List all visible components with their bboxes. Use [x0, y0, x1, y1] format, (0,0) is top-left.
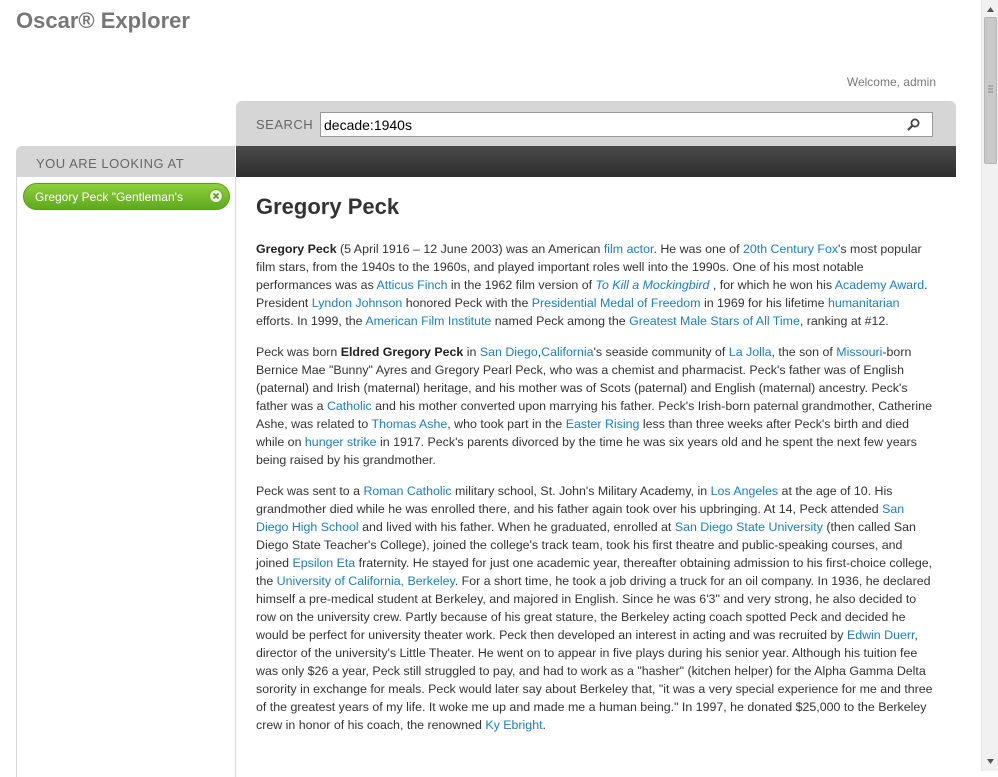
article-link[interactable]: Missouri — [836, 345, 882, 359]
article-link[interactable]: Atticus Finch — [377, 278, 448, 292]
paragraph-text: in the 1962 film version of — [447, 278, 596, 292]
article-paragraph: Peck was born Eldred Gregory Peck in San… — [256, 343, 936, 469]
paragraph-text: , who took part in the — [447, 417, 566, 431]
article-link[interactable]: Thomas Ashe — [372, 417, 448, 431]
article-title: Gregory Peck — [256, 194, 400, 219]
article-link[interactable]: Presidential Medal of Freedom — [532, 296, 701, 310]
paragraph-text: , the son of — [771, 345, 837, 359]
close-icon[interactable] — [209, 189, 223, 203]
article-link[interactable]: California — [541, 345, 593, 359]
search-input[interactable] — [321, 113, 896, 136]
paragraph-text: Peck was sent to a — [256, 484, 364, 498]
scrollbar-thumb[interactable] — [984, 17, 997, 164]
sidebar: Gregory Peck "Gentleman's — [16, 177, 236, 777]
paragraph-text: , for which he won his — [709, 278, 835, 292]
grip-icon — [988, 85, 993, 93]
article-link[interactable]: Easter Rising — [566, 417, 640, 431]
search-icon[interactable] — [907, 117, 921, 131]
filter-tag[interactable]: Gregory Peck "Gentleman's — [23, 183, 230, 210]
article-link[interactable]: Los Angeles — [711, 484, 779, 498]
content-header-bar — [236, 146, 956, 177]
article-link[interactable]: Academy Award — [835, 278, 924, 292]
article-link[interactable]: Greatest Male Stars of All Time — [629, 314, 800, 328]
scroll-up-icon[interactable] — [986, 5, 995, 14]
paragraph-text: . He was one of — [653, 242, 743, 256]
article-link[interactable]: Epsilon Eta — [293, 556, 356, 570]
paragraph-text: efforts. In 1999, the — [256, 314, 366, 328]
filter-tag-label: Gregory Peck "Gentleman's — [35, 190, 183, 204]
search-panel: SEARCH — [236, 101, 956, 146]
article-link[interactable]: San Diego State University — [675, 520, 823, 534]
article-link[interactable]: American Film Institute — [365, 314, 491, 328]
paragraph-text: Peck was born — [256, 345, 341, 359]
article-link[interactable]: Catholic — [327, 399, 372, 413]
welcome-text: Welcome, admin — [846, 75, 936, 89]
article-link[interactable]: Edwin Duerr — [847, 628, 915, 642]
article-link[interactable]: Lyndon Johnson — [312, 296, 402, 310]
paragraph-text: 's seaside community of — [593, 345, 729, 359]
article-link[interactable]: Roman Catholic — [363, 484, 451, 498]
paragraph-text: in — [463, 345, 480, 359]
article-link[interactable]: Ky Ebright — [485, 718, 542, 732]
scroll-down-icon[interactable] — [986, 757, 995, 766]
paragraph-text: (5 April 1916 – 12 June 2003) was an Ame… — [336, 242, 604, 256]
article-paragraph: Gregory Peck (5 April 1916 – 12 June 200… — [256, 240, 936, 330]
article-link[interactable]: La Jolla — [729, 345, 772, 359]
article-link[interactable]: 20th Century Fox — [743, 242, 838, 256]
search-box — [320, 112, 933, 137]
article-paragraph: Peck was sent to a Roman Catholic milita… — [256, 482, 936, 734]
paragraph-text: . — [542, 718, 546, 732]
paragraph-text: , director of the university's Little Th… — [256, 628, 933, 732]
article-link[interactable]: film actor — [604, 242, 654, 256]
app-title: Oscar® Explorer — [16, 8, 190, 33]
paragraph-text: , ranking at #12. — [799, 314, 889, 328]
paragraph-text: and lived with his father. When he gradu… — [358, 520, 675, 534]
bold-text: Gregory Peck — [256, 242, 337, 256]
paragraph-text: military school, St. John's Military Aca… — [451, 484, 711, 498]
article-link[interactable]: University of California, Berkeley — [277, 574, 455, 588]
page-scrollbar[interactable] — [981, 0, 998, 771]
sidebar-heading: YOU ARE LOOKING AT — [16, 146, 235, 177]
paragraph-text: honored Peck with the — [402, 296, 532, 310]
article-link[interactable]: humanitarian — [828, 296, 900, 310]
paragraph-text: in 1969 for his lifetime — [700, 296, 828, 310]
paragraph-text: named Peck among the — [491, 314, 630, 328]
bold-text: Eldred Gregory Peck — [340, 345, 464, 359]
search-label: SEARCH — [256, 117, 314, 132]
sidebar-heading-label: YOU ARE LOOKING AT — [36, 156, 185, 171]
article-link[interactable]: To Kill a Mockingbird — [596, 278, 710, 292]
article-link[interactable]: San Diego — [480, 345, 538, 359]
article-link[interactable]: hunger strike — [305, 435, 377, 449]
article-panel: Gregory Peck Gregory Peck (5 April 1916 … — [236, 177, 956, 777]
